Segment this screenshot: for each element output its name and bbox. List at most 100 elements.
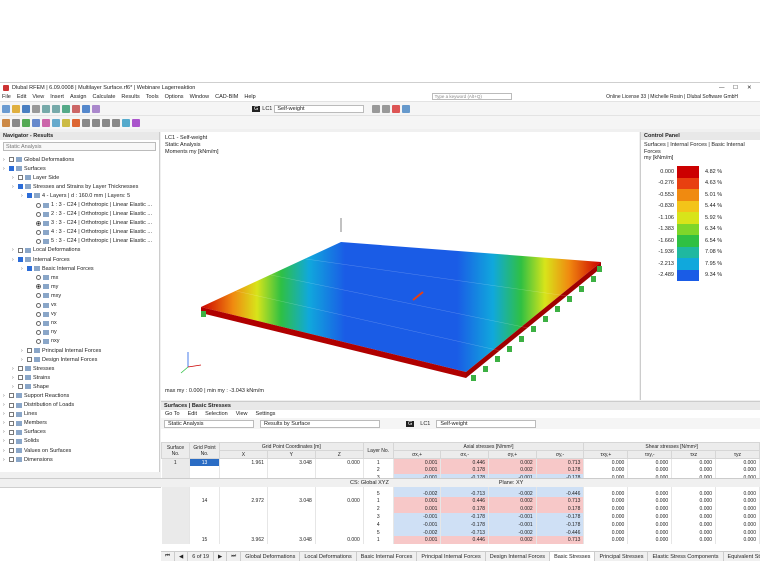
- table-cell[interactable]: [267, 466, 316, 475]
- table-cell[interactable]: [189, 528, 220, 537]
- table-cell[interactable]: [219, 513, 268, 521]
- table-cell[interactable]: 0.178: [536, 466, 585, 475]
- table-cell[interactable]: [267, 528, 316, 537]
- checkbox[interactable]: [9, 402, 14, 408]
- table-cell[interactable]: 0.000: [627, 458, 673, 467]
- table-cell[interactable]: 0.446: [440, 536, 490, 545]
- table-cell[interactable]: 0.000: [715, 520, 760, 529]
- table-cell[interactable]: 1: [363, 458, 394, 467]
- table-cell[interactable]: -0.713: [440, 528, 490, 537]
- table-cell[interactable]: 0.000: [627, 528, 673, 537]
- tree-item[interactable]: › Layer Side: [0, 173, 159, 182]
- menu-edit[interactable]: Edit: [17, 94, 26, 100]
- results-tab[interactable]: Principal Internal Forces: [417, 552, 486, 561]
- checkbox[interactable]: [27, 348, 32, 354]
- prev-page-button[interactable]: ◀: [175, 552, 189, 561]
- redo-icon[interactable]: [52, 104, 60, 113]
- tree-item[interactable]: mx: [0, 273, 159, 282]
- table-cell[interactable]: 0.000: [715, 513, 760, 521]
- table-cell[interactable]: [315, 489, 364, 498]
- table-cell[interactable]: 3.962: [219, 536, 268, 545]
- table-cell[interactable]: [219, 520, 268, 529]
- table-cell[interactable]: -0.001: [393, 513, 442, 521]
- tree-item[interactable]: › Principal Internal Forces: [0, 346, 159, 355]
- select-icon[interactable]: [2, 118, 10, 127]
- col-txy-plus[interactable]: τxy,+: [583, 450, 629, 459]
- checkbox[interactable]: [18, 175, 23, 181]
- node-icon[interactable]: [22, 118, 30, 127]
- last-page-button[interactable]: ⏭: [227, 552, 242, 561]
- table-cell[interactable]: 13: [189, 458, 220, 467]
- results-lc-select[interactable]: Self-weight: [436, 419, 537, 428]
- table-cell[interactable]: [267, 505, 316, 514]
- table-cell[interactable]: [315, 528, 364, 537]
- result-values-icon[interactable]: [402, 104, 411, 113]
- table-cell[interactable]: 1.961: [219, 458, 268, 467]
- col-txy-minus[interactable]: τxy,-: [627, 450, 673, 459]
- z-view-icon[interactable]: [112, 118, 120, 127]
- checkbox[interactable]: [27, 266, 32, 272]
- checkbox[interactable]: [18, 257, 23, 263]
- table-cell[interactable]: 0.000: [715, 505, 760, 514]
- table-cell[interactable]: 0.713: [536, 536, 585, 545]
- results-analysis-select[interactable]: Static Analysis: [164, 419, 254, 428]
- tree-item[interactable]: my: [0, 282, 159, 291]
- table-cell[interactable]: [161, 536, 190, 545]
- table-cell[interactable]: 0.001: [393, 497, 442, 506]
- col-txz[interactable]: τxz: [671, 450, 717, 459]
- tree-item[interactable]: › Strains: [0, 373, 159, 382]
- table-cell[interactable]: 2: [363, 466, 394, 475]
- table-cell[interactable]: 0.000: [627, 497, 673, 506]
- navigator-analysis-select[interactable]: Static Analysis: [3, 142, 156, 151]
- view-icon[interactable]: [82, 104, 90, 113]
- table-cell[interactable]: 1: [161, 458, 190, 467]
- col-y[interactable]: Y: [266, 450, 316, 459]
- menu-calculate[interactable]: Calculate: [92, 94, 115, 100]
- table-cell[interactable]: 0.713: [536, 458, 585, 467]
- calculate-icon[interactable]: [62, 104, 70, 113]
- table-cell[interactable]: 0.446: [440, 497, 490, 506]
- col-sy-plus[interactable]: σy,+: [488, 450, 537, 459]
- table-cell[interactable]: 2: [363, 505, 394, 514]
- table-cell[interactable]: 2.972: [219, 497, 268, 506]
- model-render[interactable]: [161, 132, 639, 400]
- table-cell[interactable]: [161, 520, 190, 529]
- table-cell[interactable]: 0.002: [488, 497, 537, 506]
- model-viewport[interactable]: LC1 - Self-weight Static Analysis Moment…: [161, 132, 639, 400]
- next-page-button[interactable]: ▶: [214, 552, 228, 561]
- checkbox[interactable]: [9, 420, 14, 426]
- table-cell[interactable]: -0.713: [440, 489, 490, 498]
- previous-load-case-icon[interactable]: [372, 104, 381, 113]
- table-row[interactable]: 4-0.001-0.178-0.001-0.1780.0000.0000.000…: [161, 520, 760, 529]
- table-cell[interactable]: 0.000: [715, 497, 760, 506]
- table-cell[interactable]: [161, 497, 190, 506]
- table-cell[interactable]: [161, 528, 190, 537]
- table-cell[interactable]: 1: [363, 497, 394, 506]
- tree-item[interactable]: › Values on Surfaces: [0, 446, 159, 455]
- table-row[interactable]: 15 3.962 3.048 0.000 1 0.001 0.446 0.002 0.713 0.…: [161, 536, 760, 545]
- table-cell[interactable]: 0.000: [583, 513, 629, 521]
- table-cell[interactable]: [267, 520, 316, 529]
- x-view-icon[interactable]: [92, 118, 100, 127]
- results-menu-settings[interactable]: Settings: [256, 411, 276, 417]
- save-icon[interactable]: [22, 104, 30, 113]
- table-cell[interactable]: 0.001: [393, 466, 442, 475]
- tree-item[interactable]: › Dimensions: [0, 455, 159, 464]
- table-icon[interactable]: [92, 104, 100, 113]
- table-cell[interactable]: 3.048: [267, 536, 316, 545]
- col-layer[interactable]: Layer No.: [362, 442, 394, 459]
- load-case-number[interactable]: LC1: [262, 106, 272, 112]
- checkbox[interactable]: [9, 438, 14, 444]
- results-lc-number[interactable]: LC1: [420, 421, 430, 427]
- radio-button[interactable]: [36, 238, 41, 244]
- open-folder-icon[interactable]: [12, 104, 20, 113]
- y-view-icon[interactable]: [102, 118, 110, 127]
- load-icon[interactable]: [72, 118, 80, 127]
- tree-item[interactable]: › Surfaces: [0, 164, 159, 173]
- line-icon[interactable]: [32, 118, 40, 127]
- tree-item[interactable]: nxy: [0, 337, 159, 346]
- close-button[interactable]: ✕: [747, 85, 757, 91]
- checkbox[interactable]: [9, 429, 14, 435]
- tree-item[interactable]: mxy: [0, 291, 159, 300]
- table-cell[interactable]: 0.000: [627, 505, 673, 514]
